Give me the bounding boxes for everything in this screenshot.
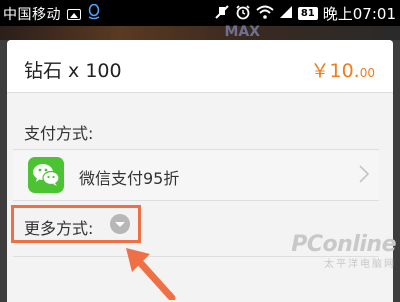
watermark-sub: 太平洋电脑网	[324, 259, 396, 270]
wifi-icon	[256, 5, 274, 23]
image-icon	[67, 8, 81, 20]
payment-method-label: 支付方式:	[24, 124, 94, 143]
more-methods-row[interactable]: 更多方式:	[11, 205, 141, 243]
background-game-screen	[0, 26, 400, 40]
carrier-name: 中国移动	[3, 7, 61, 23]
price-main: ￥10.	[310, 60, 360, 82]
price-cents: 00	[359, 66, 375, 80]
qq-icon	[87, 3, 101, 24]
mute-icon	[214, 4, 230, 24]
watermark-brand: PConline	[291, 232, 396, 257]
chevron-down-icon[interactable]	[110, 214, 130, 234]
wechat-icon	[28, 157, 64, 193]
wechat-pay-label: 微信支付95折	[79, 169, 180, 188]
signal-icon	[279, 5, 293, 23]
price: ￥10.00	[311, 56, 376, 83]
background-deco-text: MAX	[224, 24, 260, 40]
alarm-icon	[235, 4, 251, 24]
battery-icon: 81	[297, 7, 318, 20]
chevron-right-icon	[359, 165, 370, 185]
dialog-header: 钻石 x 100 ￥10.00	[7, 40, 393, 93]
wechat-pay-option[interactable]: 微信支付95折	[13, 149, 379, 201]
clock: 晚上07:01	[322, 5, 396, 23]
product-name: 钻石 x 100	[24, 60, 122, 82]
status-bar: 中国移动 81 晚上07:01	[0, 0, 400, 26]
more-methods-label: 更多方式:	[24, 219, 94, 238]
pointer-arrow-annotation	[126, 248, 176, 300]
watermark: PConline 太平洋电脑网	[291, 232, 396, 270]
